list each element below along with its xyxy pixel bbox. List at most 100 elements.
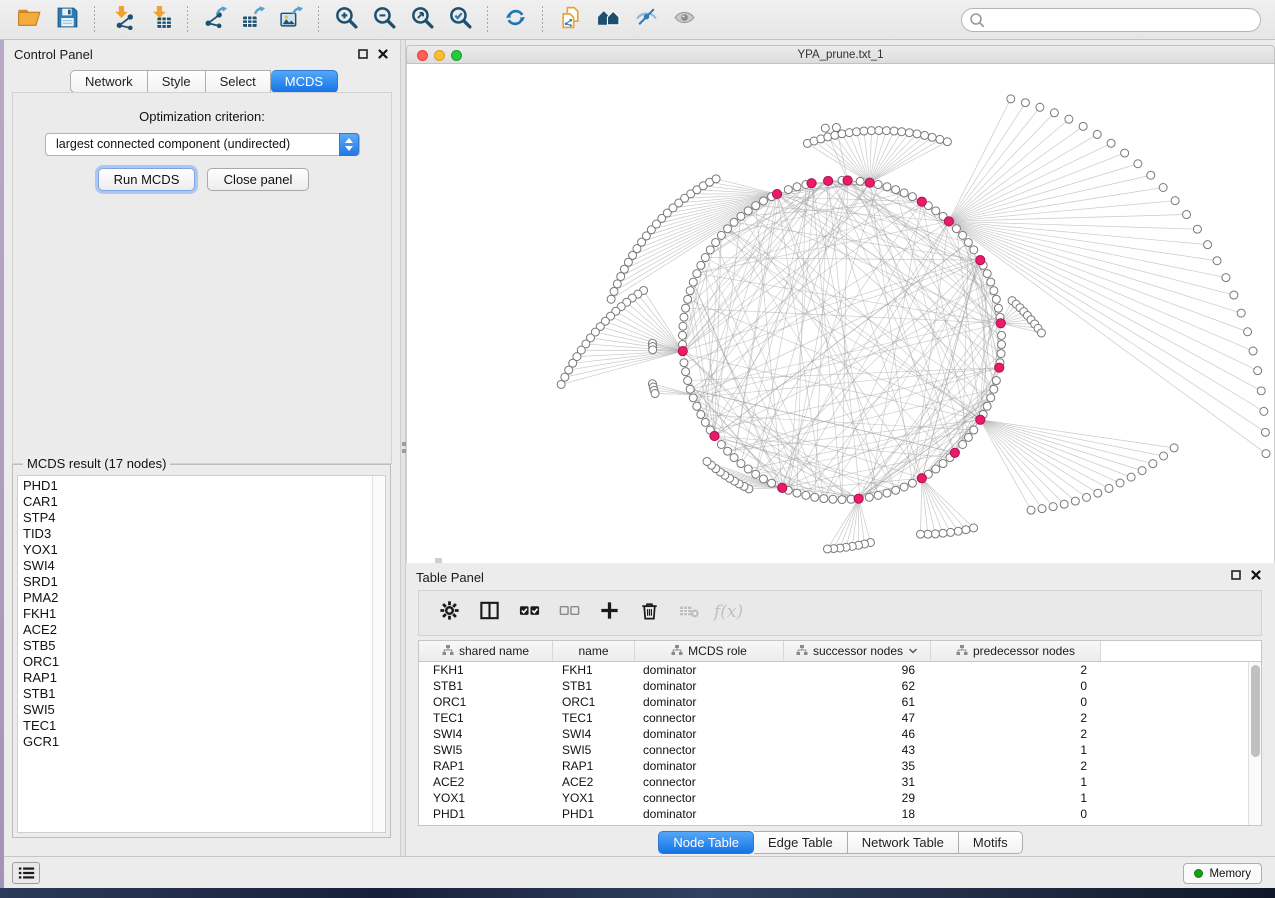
network-node[interactable] <box>724 225 732 233</box>
network-node[interactable] <box>811 493 819 501</box>
mcds-result-item[interactable]: PMA2 <box>23 590 385 606</box>
network-node[interactable] <box>908 193 916 201</box>
network-node[interactable] <box>1038 505 1046 513</box>
network-node[interactable] <box>890 127 898 135</box>
mcds-result-item[interactable]: CAR1 <box>23 494 385 510</box>
network-node[interactable] <box>829 495 837 503</box>
network-node[interactable] <box>649 346 657 354</box>
optimization-select[interactable]: largest connected component (undirected) <box>45 133 360 156</box>
network-node[interactable] <box>908 479 916 487</box>
network-node[interactable] <box>1036 103 1044 111</box>
mcds-dominator-node[interactable] <box>995 363 1004 372</box>
network-node[interactable] <box>936 135 944 143</box>
network-node[interactable] <box>697 261 705 269</box>
network-node[interactable] <box>905 129 913 137</box>
table-cell[interactable]: ORC1 <box>419 694 553 710</box>
network-node[interactable] <box>737 212 745 220</box>
network-node[interactable] <box>1107 139 1115 147</box>
network-node[interactable] <box>1160 452 1168 460</box>
network-node[interactable] <box>932 207 940 215</box>
zoom-out-button[interactable] <box>368 5 400 35</box>
mcds-result-item[interactable]: FKH1 <box>23 606 385 622</box>
table-cell[interactable]: RAP1 <box>419 758 553 774</box>
network-node[interactable] <box>992 377 1000 385</box>
network-node[interactable] <box>1193 225 1201 233</box>
run-mcds-button[interactable]: Run MCDS <box>98 168 195 191</box>
mcds-result-item[interactable]: SRD1 <box>23 574 385 590</box>
show-all-button[interactable] <box>668 5 700 35</box>
mcds-list-scrollbar[interactable] <box>372 476 385 832</box>
table-row[interactable]: TEC1TEC1connector472 <box>419 710 1261 726</box>
network-node[interactable] <box>1138 467 1146 475</box>
network-node[interactable] <box>689 278 697 286</box>
table-cell[interactable]: YOX1 <box>553 790 635 806</box>
network-node[interactable] <box>1254 367 1262 375</box>
network-node[interactable] <box>875 127 883 135</box>
network-node[interactable] <box>921 131 929 139</box>
network-node[interactable] <box>1260 407 1268 415</box>
network-node[interactable] <box>1071 497 1079 505</box>
control-panel-float-button[interactable] <box>356 48 370 60</box>
network-node[interactable] <box>703 457 711 465</box>
network-node[interactable] <box>1237 309 1245 317</box>
network-node[interactable] <box>987 394 995 402</box>
mcds-dominator-node[interactable] <box>772 189 781 198</box>
network-node[interactable] <box>759 197 767 205</box>
network-node[interactable] <box>680 359 688 367</box>
network-node[interactable] <box>1262 450 1270 458</box>
table-cell[interactable]: 2 <box>931 710 1101 726</box>
table-panel-float-button[interactable] <box>1229 569 1243 581</box>
table-row[interactable]: YOX1YOX1connector291 <box>419 790 1261 806</box>
network-node[interactable] <box>820 495 828 503</box>
mcds-result-item[interactable]: GCR1 <box>23 734 385 750</box>
network-node[interactable] <box>931 530 939 538</box>
hide-selected-button[interactable] <box>630 5 662 35</box>
column-header-MCDS-role[interactable]: MCDS role <box>635 641 784 661</box>
mcds-result-item[interactable]: STB1 <box>23 686 385 702</box>
table-cell[interactable]: dominator <box>635 758 784 774</box>
network-node[interactable] <box>607 295 615 303</box>
network-node[interactable] <box>997 350 1005 358</box>
export-image-button[interactable] <box>275 5 307 35</box>
refresh-button[interactable] <box>499 5 531 35</box>
settings-button[interactable] <box>434 598 464 628</box>
select-all-button[interactable] <box>514 598 544 628</box>
mcds-result-item[interactable]: ACE2 <box>23 622 385 638</box>
mcds-result-item[interactable]: SWI4 <box>23 558 385 574</box>
network-node[interactable] <box>684 377 692 385</box>
network-node[interactable] <box>838 130 846 138</box>
network-node[interactable] <box>1079 122 1087 130</box>
network-node[interactable] <box>939 529 947 537</box>
network-node[interactable] <box>686 287 694 295</box>
mcds-result-item[interactable]: SWI5 <box>23 702 385 718</box>
search-input[interactable] <box>961 8 1261 32</box>
table-cell[interactable]: dominator <box>635 678 784 694</box>
table-cell[interactable]: 43 <box>784 742 931 758</box>
table-cell[interactable]: dominator <box>635 806 784 822</box>
network-node[interactable] <box>682 304 690 312</box>
network-node[interactable] <box>1007 95 1015 103</box>
mcds-dominator-node[interactable] <box>996 319 1005 328</box>
export-table-button[interactable] <box>237 5 269 35</box>
tab-edge-table[interactable]: Edge Table <box>754 831 848 854</box>
network-node[interactable] <box>917 530 925 538</box>
tab-node-table[interactable]: Node Table <box>658 831 754 854</box>
mcds-result-item[interactable]: STP4 <box>23 510 385 526</box>
table-row[interactable]: ORC1ORC1dominator610 <box>419 694 1261 710</box>
network-node[interactable] <box>680 313 688 321</box>
network-node[interactable] <box>1149 460 1157 468</box>
table-cell[interactable]: connector <box>635 790 784 806</box>
mcds-dominator-node[interactable] <box>944 217 953 226</box>
zoom-fit-button[interactable] <box>406 5 438 35</box>
network-node[interactable] <box>900 189 908 197</box>
network-node[interactable] <box>883 183 891 191</box>
mcds-dominator-node[interactable] <box>678 347 687 356</box>
mcds-result-item[interactable]: STB5 <box>23 638 385 654</box>
table-cell[interactable]: dominator <box>635 662 784 678</box>
table-row[interactable]: RAP1RAP1dominator352 <box>419 758 1261 774</box>
mcds-result-item[interactable]: TEC1 <box>23 718 385 734</box>
table-cell[interactable]: connector <box>635 710 784 726</box>
network-node[interactable] <box>1134 160 1142 168</box>
network-node[interactable] <box>947 528 955 536</box>
column-header-name[interactable]: name <box>553 641 635 661</box>
